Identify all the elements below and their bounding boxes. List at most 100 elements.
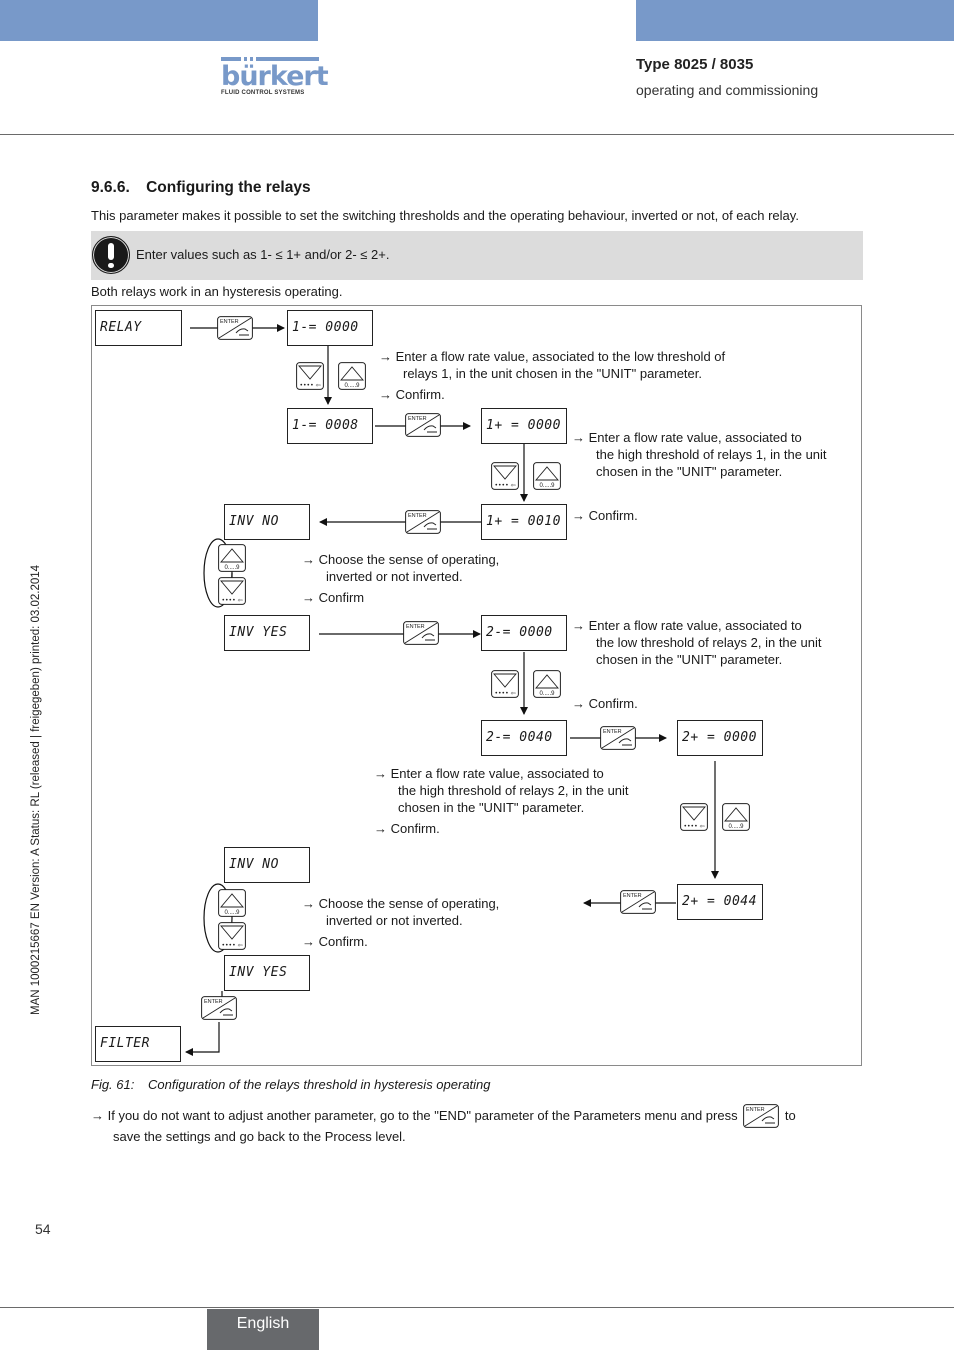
note-relay2-inv: → Choose the sense of operating, inverte… <box>302 895 499 950</box>
document-subtitle: operating and commissioning <box>636 82 819 98</box>
display-relay1-high-initial: 1+ = 0000 <box>481 408 567 444</box>
arrow-up-key-icon: 0.....9 <box>218 544 246 572</box>
display-relay1-low-initial: 1-= 0000 <box>287 310 373 346</box>
document-meta-vertical: MAN 1000215667 EN Version: A Status: RL … <box>30 564 42 1015</box>
svg-text:•••• ⇦: •••• ⇦ <box>221 942 242 949</box>
note-line: → Enter a flow rate value, associated to… <box>379 349 726 364</box>
note-relay2-high: → Enter a flow rate value, associated to… <box>374 765 629 837</box>
svg-text:•••• ⇦: •••• ⇦ <box>299 382 320 389</box>
arrow-down-key-icon: •••• ⇦ <box>218 577 246 605</box>
logo-wordmark: bürkert <box>221 61 329 92</box>
note-line: chosen in the "UNIT" parameter. <box>398 800 585 815</box>
page-number: 54 <box>35 1221 51 1237</box>
arrow-down-key-icon: •••• ⇦ <box>491 670 519 698</box>
display-relay: RELAY <box>95 310 182 346</box>
enter-key-icon: ENTER <box>405 413 441 437</box>
enter-key-icon: ENTER <box>217 316 253 340</box>
display-relay2-inv-yes: INV YES <box>224 955 310 991</box>
note-relay1-high: → Enter a flow rate value, associated to… <box>572 429 827 480</box>
note-line: the high threshold of relays 1, in the u… <box>596 447 827 462</box>
brand-logo: bürkert FLUID CONTROL SYSTEMS <box>221 57 329 96</box>
end-instruction-line2: save the settings and go back to the Pro… <box>113 1129 406 1144</box>
note-box: Enter values such as 1- ≤ 1+ and/or 2- ≤… <box>91 231 863 280</box>
enter-key-icon: ENTER <box>743 1104 780 1128</box>
note-relay1-high-confirm: → Confirm. <box>572 508 638 523</box>
logo-bars <box>221 57 319 62</box>
connector-line <box>185 1022 220 1056</box>
arrow-up-key-icon: 0.....9 <box>533 462 561 490</box>
svg-text:•••• ⇦: •••• ⇦ <box>494 482 515 489</box>
footer-rule <box>0 1307 954 1308</box>
arrow-up-key-icon: 0.....9 <box>338 362 366 390</box>
note-line: inverted or not inverted. <box>326 569 463 584</box>
display-relay1-inv-yes: INV YES <box>224 615 310 651</box>
warning-exclamation-icon <box>92 236 130 274</box>
note-line: the low threshold of relays 2, in the un… <box>596 635 822 650</box>
note-line: chosen in the "UNIT" parameter. <box>596 464 783 479</box>
enter-key-icon: ENTER <box>405 510 441 534</box>
figure-label: Fig. 61: <box>91 1077 135 1092</box>
note-confirm: → Confirm. <box>374 821 440 836</box>
svg-text:ENTER: ENTER <box>746 1107 765 1113</box>
language-tab: English <box>207 1309 319 1350</box>
display-relay1-inv-no: INV NO <box>224 504 310 540</box>
end-instruction-text: → If you do not want to adjust another p… <box>91 1108 738 1123</box>
end-instruction: → If you do not want to adjust another p… <box>91 1104 851 1145</box>
enter-key-icon: ENTER <box>403 621 439 645</box>
figure-title: Configuration of the relays threshold in… <box>147 1077 491 1092</box>
section-intro: This parameter makes it possible to set … <box>91 208 799 223</box>
diagram-connectors <box>185 324 719 1056</box>
enter-key-icon: ENTER <box>201 996 237 1020</box>
header-band-right <box>636 0 954 41</box>
svg-text:0.....9: 0.....9 <box>728 824 744 830</box>
note-line: relays 1, in the unit chosen in the "UNI… <box>403 366 702 381</box>
svg-text:ENTER: ENTER <box>406 624 425 630</box>
note-confirm: → Confirm <box>302 590 365 605</box>
note-confirm: → Confirm. <box>302 934 368 949</box>
note-line: → Choose the sense of operating, <box>302 896 500 911</box>
note-line: chosen in the "UNIT" parameter. <box>596 652 783 667</box>
display-relay1-low-set: 1-= 0008 <box>287 408 373 444</box>
display-relay2-low-initial: 2-= 0000 <box>481 615 567 651</box>
section-title: Configuring the relays <box>146 179 311 196</box>
svg-text:0.....9: 0.....9 <box>344 383 360 389</box>
arrow-down-key-icon: •••• ⇦ <box>218 922 246 950</box>
svg-text:ENTER: ENTER <box>603 729 622 735</box>
hysteresis-note: Both relays work in an hysteresis operat… <box>91 284 343 299</box>
svg-text:ENTER: ENTER <box>220 319 239 325</box>
enter-key-icon: ENTER <box>600 726 636 750</box>
arrow-down-key-icon: •••• ⇦ <box>491 462 519 490</box>
arrow-down-key-icon: •••• ⇦ <box>680 803 708 831</box>
svg-text:•••• ⇦: •••• ⇦ <box>494 690 515 697</box>
note-text: Enter values such as 1- ≤ 1+ and/or 2- ≤… <box>136 247 390 262</box>
logo-tagline: FLUID CONTROL SYSTEMS <box>221 90 305 96</box>
svg-text:•••• ⇦: •••• ⇦ <box>221 597 242 604</box>
svg-text:0.....9: 0.....9 <box>539 483 555 489</box>
display-relay1-high-set: 1+ = 0010 <box>481 504 567 540</box>
display-relay2-inv-no: INV NO <box>224 847 310 883</box>
note-relay2-low-confirm: → Confirm. <box>572 696 638 711</box>
svg-text:ENTER: ENTER <box>408 513 427 519</box>
header-rule <box>0 134 954 135</box>
arrow-down-key-icon: •••• ⇦ <box>296 362 324 390</box>
arrow-up-key-icon: 0.....9 <box>218 889 246 917</box>
note-line: inverted or not inverted. <box>326 913 463 928</box>
product-type: Type 8025 / 8035 <box>636 56 754 73</box>
display-relay2-high-set: 2+ = 0044 <box>677 884 763 920</box>
note-line: → Enter a flow rate value, associated to <box>572 430 802 445</box>
end-instruction-to: to <box>784 1108 796 1123</box>
arrow-up-key-icon: 0.....9 <box>533 670 561 698</box>
figure-caption: Fig. 61: Configuration of the relays thr… <box>91 1077 491 1092</box>
display-relay2-low-set: 2-= 0040 <box>481 720 567 756</box>
arrow-up-key-icon: 0.....9 <box>722 803 750 831</box>
section-heading: 9.6.6. Configuring the relays <box>91 179 311 197</box>
svg-text:0.....9: 0.....9 <box>539 691 555 697</box>
note-relay1-inv: → Choose the sense of operating, inverte… <box>302 551 499 606</box>
section-number: 9.6.6. <box>91 179 130 196</box>
relay-config-diagram: RELAY 1-= 0000 1-= 0008 1+ = 0000 1+ = 0… <box>91 305 862 1066</box>
display-relay2-high-initial: 2+ = 0000 <box>677 720 763 756</box>
header-band-left <box>0 0 318 41</box>
note-line: the high threshold of relays 2, in the u… <box>398 783 629 798</box>
note-relay2-low: → Enter a flow rate value, associated to… <box>572 617 821 668</box>
display-filter: FILTER <box>95 1026 181 1062</box>
